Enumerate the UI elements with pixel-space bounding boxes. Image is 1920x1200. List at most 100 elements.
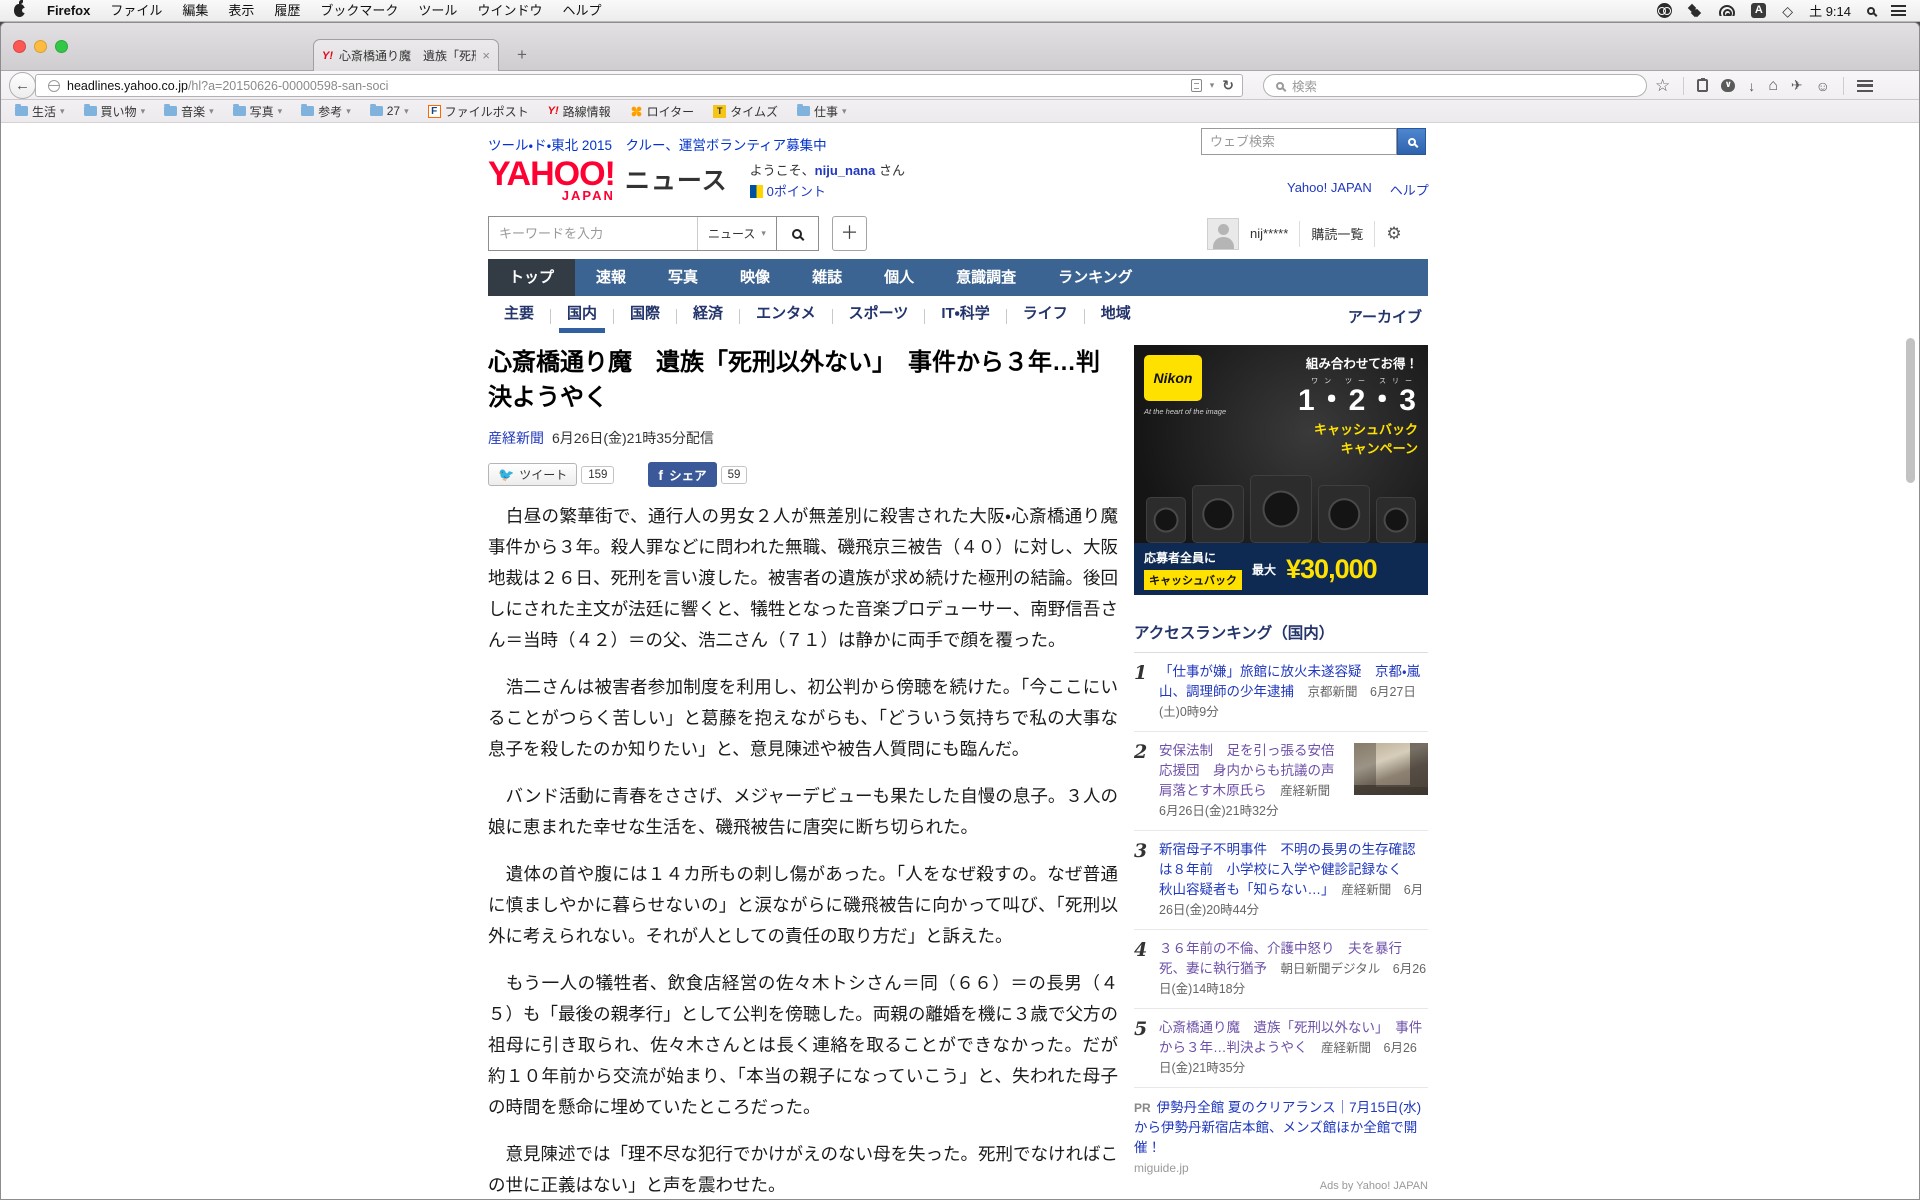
article-paragraph: もう一人の犠牲者、飲食店経営の佐々木トシさん＝同（６６）＝の長男（４５）も「最後… [488,973,1118,1117]
dropbox-icon[interactable] [1688,4,1703,18]
menu-file[interactable]: ファイル [100,0,172,22]
help-link[interactable]: ヘルプ [1390,180,1429,199]
bookmark-folder-photo[interactable]: 写真 ▾ [232,103,282,120]
new-tab-button[interactable]: + [517,45,527,65]
subtab-major[interactable]: 主要 [488,299,550,333]
web-search-input[interactable] [1201,128,1397,155]
article-paragraph: 意見陳述では「理不尽な犯行でかけがえのない母を失った。死刑でなければこの世に正義… [488,1144,1118,1195]
browser-tab[interactable]: Y! 心斎橋通り魔 遺族「死刑... × [313,39,499,71]
bookmark-filepost[interactable]: F ファイルポスト [427,103,529,120]
bookmark-folder-reference[interactable]: 参考 ▾ [301,103,351,120]
tab-photo[interactable]: 写真 [647,259,719,296]
notification-center-icon[interactable] [1891,5,1906,16]
subtab-it-science[interactable]: IT・科学 [925,299,1005,333]
user-id[interactable]: nij***** [1250,226,1288,241]
menu-bookmarks[interactable]: ブックマーク [310,0,408,22]
bookmark-transit[interactable]: Y! 路線情報 [548,103,611,120]
tab-video[interactable]: 映像 [719,259,791,296]
page-scrollbar-thumb[interactable] [1906,338,1915,483]
points-link[interactable]: 0ポイント [767,184,826,199]
subtab-life[interactable]: ライフ [1007,299,1084,333]
home-icon[interactable]: ⌂ [1768,77,1778,95]
downloads-icon[interactable]: ↓ [1748,78,1755,94]
tab-flash[interactable]: 速報 [575,259,647,296]
folder-icon [83,103,97,116]
search-category-dropdown[interactable]: ニュース ▾ [697,217,776,250]
filepost-icon: F [427,104,441,118]
pr-label: PR [1134,1101,1151,1115]
menu-window[interactable]: ウインドウ [467,0,552,22]
ranking-item-2: 2 安保法制 足を引っ張る安倍応援団 身内からも抗議の声 肩落とす木原氏ら 産経… [1134,732,1428,831]
tweet-button[interactable]: 🐦 ツイート [488,463,578,486]
yahoo-japan-logo[interactable]: YAHOO! JAPAN [488,157,616,202]
subtab-domestic[interactable]: 国内 [551,299,613,333]
tab-top[interactable]: トップ [488,259,576,296]
subtab-international[interactable]: 国際 [614,299,676,333]
bookmark-folder-music[interactable]: 音楽 ▾ [164,103,214,120]
wifi-icon[interactable] [1719,5,1736,16]
clipboard-icon[interactable] [1697,77,1709,92]
top-promo-link[interactable]: ツール・ド・東北 2015 クルー、運営ボランティア募集中 [488,134,827,154]
zoom-window-button[interactable] [55,40,68,53]
article-source-link[interactable]: 産経新聞 [488,430,544,446]
news-search-button[interactable] [775,217,818,250]
yahoo-japan-link[interactable]: Yahoo! JAPAN [1287,180,1372,199]
bookmark-times[interactable]: T タイムズ [713,103,778,120]
bookmark-folder-27[interactable]: 27 ▾ [369,103,409,118]
url-bar[interactable]: headlines.yahoo.co.jp /hl?a=20150626-000… [35,74,1243,97]
menu-tools[interactable]: ツール [408,0,467,22]
subtab-region[interactable]: 地域 [1085,299,1147,333]
username-link[interactable]: niju_nana [815,163,876,178]
bookmark-folder-life[interactable]: 生活 ▾ [15,103,65,120]
reload-icon[interactable]: ↻ [1222,77,1234,94]
spotlight-search-icon[interactable] [1867,6,1875,15]
tab-survey[interactable]: 意識調査 [935,259,1037,296]
feedback-smiley-icon[interactable]: ☺ [1816,78,1830,94]
hamburger-menu-icon[interactable] [1856,79,1873,92]
menu-help[interactable]: ヘルプ [552,0,611,22]
menu-view[interactable]: 表示 [218,0,264,22]
subtab-economy[interactable]: 経済 [677,299,739,333]
input-source-icon[interactable]: A [1751,3,1767,18]
menubar-clock[interactable]: 土 9:14 [1809,1,1851,20]
facebook-share-button[interactable]: f シェア [648,462,717,487]
bookmark-star-icon[interactable]: ☆ [1655,76,1670,96]
avatar[interactable] [1207,217,1239,250]
bookmark-folder-shopping[interactable]: 買い物 ▾ [83,103,145,120]
add-keyword-button[interactable]: ＋ [831,216,867,251]
tab-ranking[interactable]: ランキング [1037,259,1154,296]
apple-menu-icon[interactable] [14,0,27,17]
tab-close-icon[interactable]: × [482,48,490,63]
back-button[interactable]: ← [9,72,36,99]
pr-link[interactable]: 伊勢丹全館 夏のクリアランス｜7月15日(水)から伊勢丹新宿店本館、メンズ館ほか… [1134,1100,1421,1155]
menu-history[interactable]: 履歴 [264,0,310,22]
pocket-icon[interactable]: ∨ [1721,79,1736,92]
tab-magazine[interactable]: 雑誌 [791,259,863,296]
menu-firefox[interactable]: Firefox [37,0,100,22]
subscription-list-link[interactable]: 購読一覧 [1311,224,1363,243]
menu-edit[interactable]: 編集 [172,0,218,22]
keyword-search-input[interactable] [489,217,697,250]
send-tab-icon[interactable]: ✈ [1791,77,1803,94]
creative-cloud-icon[interactable] [1657,3,1673,18]
site-identity-icon[interactable] [48,79,60,92]
close-window-button[interactable] [13,40,26,53]
browser-search-field[interactable]: 検索 [1263,74,1647,97]
tpoint-icon [749,185,763,198]
subtab-sports[interactable]: スポーツ [833,299,925,333]
diamond-menu-icon[interactable]: ◇ [1782,4,1793,18]
nikon-ad-banner[interactable]: Nikon At the heart of the image 組み合わせてお得… [1134,345,1428,595]
subtab-entertainment[interactable]: エンタメ [740,299,832,333]
gear-icon[interactable]: ⚙ [1386,224,1401,244]
ranking-thumbnail[interactable] [1354,743,1428,795]
tab-personal[interactable]: 個人 [863,259,935,296]
reader-mode-icon[interactable] [1190,79,1202,92]
web-search-button[interactable] [1397,128,1426,155]
bookmark-folder-work[interactable]: 仕事 ▾ [796,103,847,120]
archive-link[interactable]: アーカイブ [1348,306,1422,327]
ads-by-label[interactable]: Ads by Yahoo! JAPAN [1134,1180,1428,1192]
service-name[interactable]: ニュース [625,161,728,197]
urlbar-dropdown-icon[interactable]: ▾ [1210,80,1215,91]
minimize-window-button[interactable] [34,40,47,53]
bookmark-reuters[interactable]: ロイター [629,103,694,120]
